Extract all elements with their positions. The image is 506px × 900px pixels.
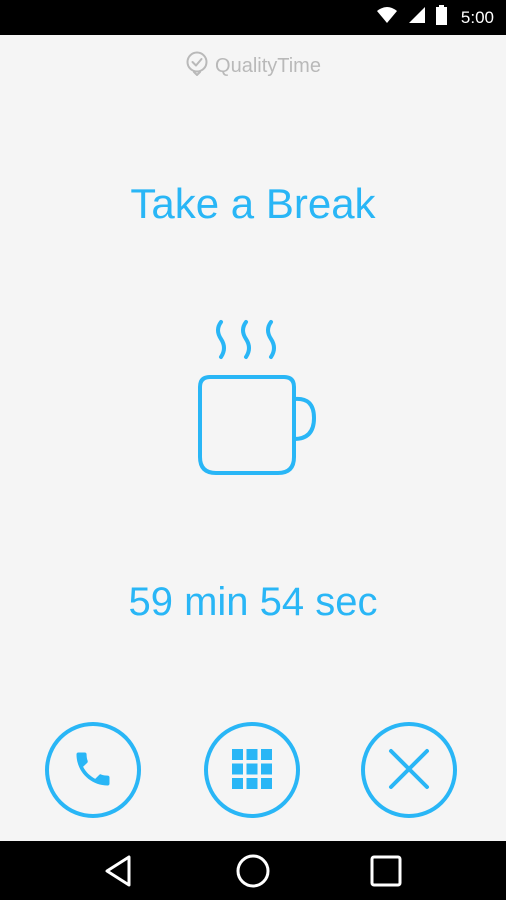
close-button[interactable] (361, 722, 457, 818)
cell-signal-icon (408, 6, 426, 29)
home-icon[interactable] (218, 841, 288, 900)
wifi-icon (376, 6, 398, 29)
brand-header: QualityTime (0, 50, 506, 82)
break-title: Take a Break (130, 180, 376, 227)
recents-icon[interactable] (351, 841, 421, 900)
call-button[interactable] (45, 722, 141, 818)
clock-check-icon (185, 50, 209, 82)
break-timer: 59 min 54 sec (128, 580, 378, 624)
apps-button[interactable] (204, 722, 300, 818)
status-time: 5:00 (460, 7, 494, 27)
status-icons: 5:00 (376, 0, 494, 35)
coffee-cup-icon (190, 315, 325, 480)
brand-name: QualityTime (215, 54, 321, 77)
battery-icon (435, 5, 447, 30)
grid-icon (230, 747, 274, 794)
status-bar: 5:00 (0, 0, 506, 35)
close-icon (387, 747, 431, 794)
phone-icon (71, 747, 115, 794)
navigation-bar (0, 841, 506, 900)
back-icon[interactable] (84, 841, 154, 900)
